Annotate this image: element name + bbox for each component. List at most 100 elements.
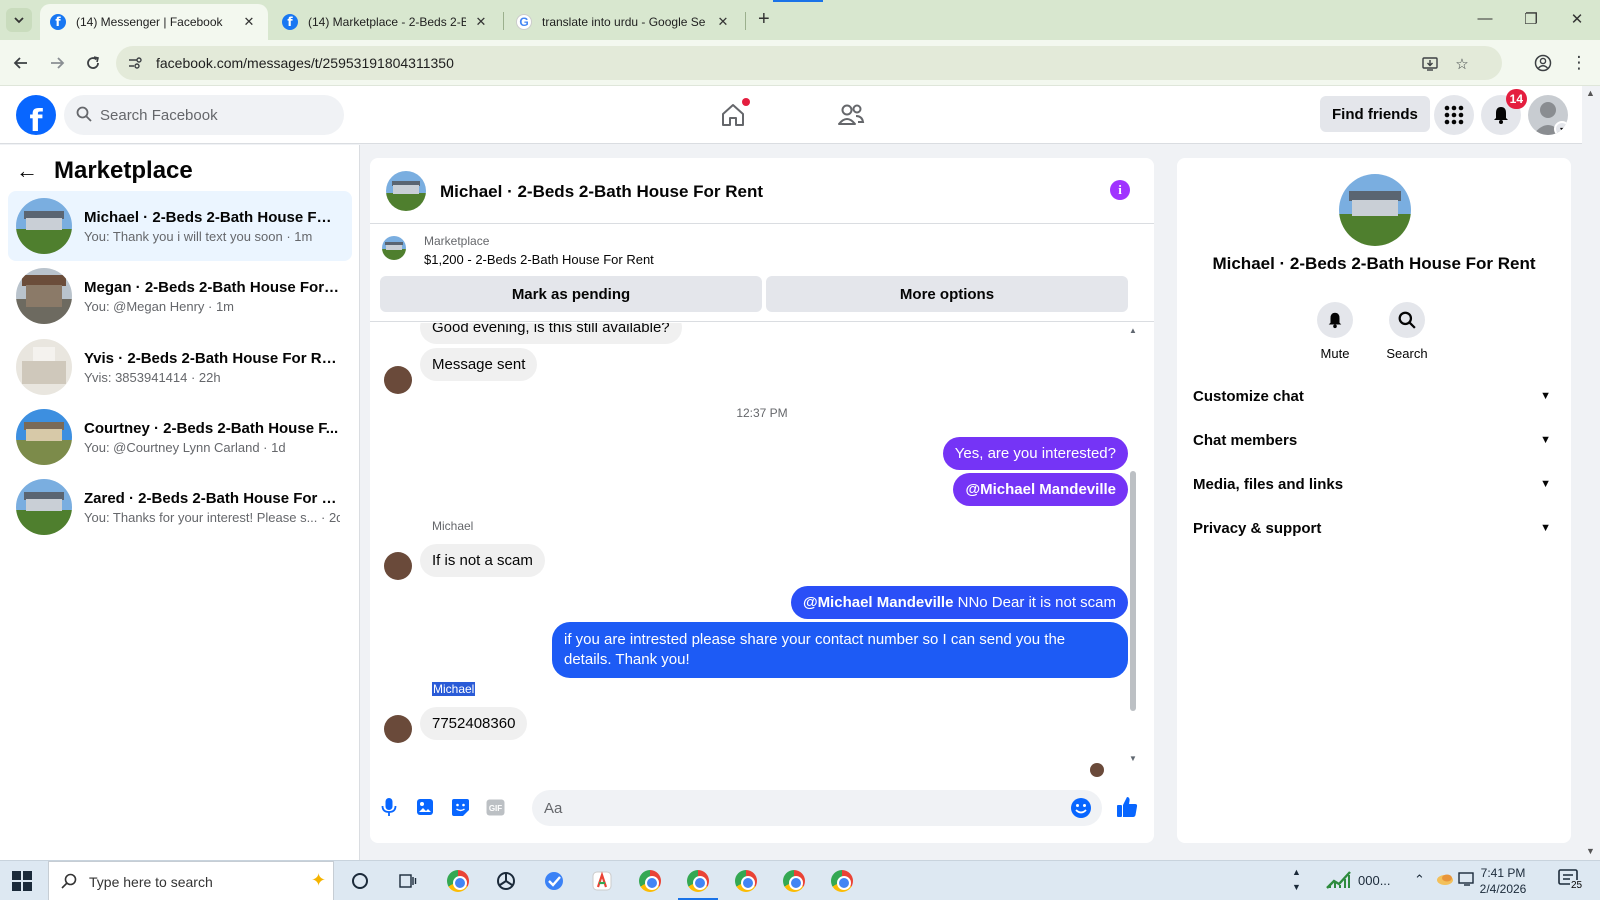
bookmark-star-icon[interactable]: ☆ [1452,54,1472,74]
app-icon[interactable] [588,867,616,895]
chrome-app-icon[interactable] [444,867,472,895]
cortana-icon[interactable] [346,867,374,895]
scroll-down-icon[interactable]: ▼ [1586,846,1595,856]
tab-search-button[interactable] [6,8,32,32]
conversation-item-courtney[interactable]: Courtney · 2-Beds 2-Bath House F... You:… [8,402,352,472]
close-window-icon[interactable]: ✕ [1562,10,1592,28]
scroll-thumb[interactable] [1130,471,1136,711]
close-tab-icon[interactable]: ✕ [714,14,732,30]
privacy-support-section[interactable]: Privacy & support ▼ [1193,508,1555,548]
mute-button[interactable]: Mute [1305,302,1365,361]
scroll-up-icon[interactable]: ▲ [1586,88,1595,98]
tab-separator [503,12,504,30]
restore-icon[interactable]: ❐ [1516,10,1546,28]
listing-title[interactable]: $1,200 - 2-Beds 2-Bath House For Rent [424,252,654,267]
find-friends-button[interactable]: Find friends [1320,96,1430,132]
chrome-app-icon[interactable] [780,867,808,895]
browser-menu-icon[interactable]: ⋮ [1568,52,1590,74]
page-scrollbar[interactable]: ▲ ▼ [1582,86,1600,860]
outgoing-message[interactable]: Yes, are you interested? [942,437,1128,470]
listing-thumbnail [16,198,72,254]
chrome-app-icon[interactable] [732,867,760,895]
account-avatar[interactable]: ▾ [1528,95,1568,135]
address-bar[interactable]: facebook.com/messages/t/2595319180431135… [116,46,1502,80]
chat-avatar[interactable] [386,171,426,211]
menu-grid-icon[interactable] [1434,95,1474,135]
customize-chat-section[interactable]: Customize chat ▼ [1193,376,1555,416]
chrome-app-icon[interactable] [636,867,664,895]
message-scrollbar[interactable]: ▲ ▼ [1128,326,1138,778]
gif-icon[interactable]: GIF [484,796,506,818]
chevron-up-icon[interactable]: ⌃ [1414,872,1425,888]
photo-icon[interactable] [414,796,436,818]
facebook-logo-icon[interactable]: f [16,95,56,135]
message-composer: GIF Aa [370,780,1154,836]
listing-avatar[interactable] [1339,174,1411,246]
incoming-message[interactable]: Good evening, is this still available? [420,323,682,344]
reload-icon[interactable] [82,52,104,74]
chrome-app-icon[interactable] [684,867,712,895]
incoming-message[interactable]: If is not a scam [420,544,545,577]
emoji-icon[interactable] [1070,797,1092,819]
chat-members-section[interactable]: Chat members ▼ [1193,420,1555,460]
scroll-up-icon[interactable]: ▲ [1128,326,1138,335]
profile-icon[interactable] [1532,52,1554,74]
incoming-message[interactable]: 7752408360 [420,707,528,740]
microphone-icon[interactable] [378,796,400,818]
forward-arrow-icon[interactable] [46,52,68,74]
new-tab-button[interactable]: + [758,9,770,29]
notifications-button[interactable]: 14 [1481,89,1527,135]
chat-title[interactable]: Michael · 2-Beds 2-Bath House For Rent [440,182,763,202]
conversation-item-zared[interactable]: Zared · 2-Beds 2-Bath House For R... You… [8,472,352,542]
weather-icon[interactable] [1436,871,1454,890]
listing-thumbnail [16,409,72,465]
scroll-down-icon[interactable]: ▼ [1128,754,1138,763]
conversation-item-yvis[interactable]: Yvis · 2-Beds 2-Bath House For Rent Yvis… [8,332,352,402]
media-files-links-section[interactable]: Media, files and links ▼ [1193,464,1555,504]
home-icon[interactable] [716,98,750,132]
back-arrow-icon[interactable] [10,52,32,74]
incoming-message[interactable]: Message sent [420,348,538,381]
system-clock[interactable]: 7:41 PM 2/4/2026 [1468,865,1538,897]
facebook-icon: f [282,14,298,30]
search-placeholder: Search Facebook [100,107,218,124]
search-conversation-button[interactable]: Search [1377,302,1437,361]
sender-avatar [384,715,412,743]
action-center-icon[interactable]: 25 [1558,869,1588,893]
taskbar-scroll-arrows[interactable]: ▲ ▼ [1292,865,1301,895]
message-placeholder: Aa [544,800,563,817]
mark-as-pending-button[interactable]: Mark as pending [380,276,762,312]
message-input[interactable]: Aa [532,790,1102,826]
task-view-icon[interactable] [394,867,422,895]
sticker-icon[interactable] [449,796,471,818]
sidebar-title: Marketplace [54,157,193,184]
site-info-icon[interactable] [126,54,144,72]
tab-messenger[interactable]: f (14) Messenger | Facebook ✕ [40,4,268,40]
taskbar-search-input[interactable]: Type here to search ✦ [48,861,334,900]
chevron-down-icon: ▼ [1540,478,1551,490]
sender-avatar [384,366,412,394]
windows-start-icon[interactable] [12,871,32,891]
checklist-app-icon[interactable] [540,867,568,895]
friends-icon[interactable] [834,98,868,132]
chatgpt-app-icon[interactable] [492,867,520,895]
stock-chart-icon[interactable] [1326,869,1352,892]
outgoing-message[interactable]: @Michael Mandeville [953,473,1128,506]
outgoing-message[interactable]: if you are intrested please share your c… [552,622,1128,678]
minimize-icon[interactable]: — [1470,10,1500,27]
chat-info-panel: Michael · 2-Beds 2-Bath House For Rent M… [1177,158,1571,843]
conversation-item-megan[interactable]: Megan · 2-Beds 2-Bath House For ... You:… [8,261,352,331]
close-tab-icon[interactable]: ✕ [472,14,490,30]
info-icon[interactable]: i [1110,180,1130,200]
tab-marketplace[interactable]: f (14) Marketplace - 2-Beds 2-Ba ✕ [272,4,500,40]
facebook-search-input[interactable]: Search Facebook [64,95,344,135]
conversation-item-michael[interactable]: Michael · 2-Beds 2-Bath House For... You… [8,191,352,261]
tab-google-search[interactable]: G translate into urdu - Google Se ✕ [506,4,742,40]
thumbs-up-icon[interactable] [1114,794,1140,820]
close-tab-icon[interactable]: ✕ [240,14,258,30]
outgoing-message[interactable]: @Michael Mandeville NNo Dear it is not s… [790,586,1128,619]
back-arrow-icon[interactable]: ← [16,158,38,184]
more-options-button[interactable]: More options [766,276,1128,312]
install-app-icon[interactable] [1420,54,1440,74]
chrome-app-icon[interactable] [828,867,856,895]
